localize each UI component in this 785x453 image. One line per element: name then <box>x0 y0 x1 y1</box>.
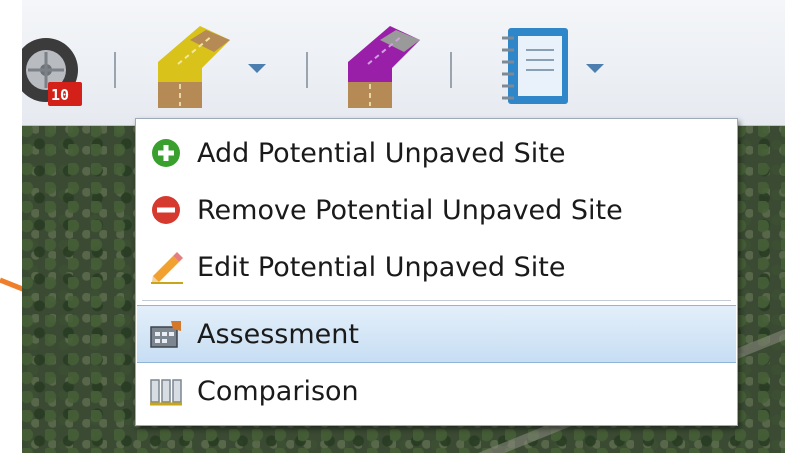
toolbar-separator <box>306 52 308 88</box>
yellow-tool-dropdown-arrow[interactable] <box>248 64 266 73</box>
notebook-dropdown-arrow[interactable] <box>586 64 604 73</box>
menu-item-label: Comparison <box>197 375 359 407</box>
menu-item-label: Add Potential Unpaved Site <box>197 137 566 169</box>
toolbar-separator <box>450 52 452 88</box>
toolbar: 10 <box>22 0 785 126</box>
road-segment-icon <box>158 26 230 108</box>
notebook-button[interactable] <box>496 24 576 108</box>
menu-item-edit-potential-unpaved-site[interactable]: Edit Potential Unpaved Site <box>137 239 736 295</box>
remove-icon <box>147 191 185 229</box>
menu-item-add-potential-unpaved-site[interactable]: Add Potential Unpaved Site <box>137 125 736 181</box>
purple-road-segment-button[interactable] <box>340 22 430 112</box>
tire-speed-button[interactable]: 10 <box>22 30 92 110</box>
notebook-icon <box>502 28 568 104</box>
menu-item-comparison[interactable]: Comparison <box>137 363 736 419</box>
tire-badge: 10 <box>51 86 70 104</box>
assessment-icon <box>147 315 185 353</box>
add-icon <box>147 134 185 172</box>
menu-separator <box>142 300 731 302</box>
comparison-icon <box>147 372 185 410</box>
menu-item-remove-potential-unpaved-site[interactable]: Remove Potential Unpaved Site <box>137 182 736 238</box>
menu-item-label: Assessment <box>197 318 359 350</box>
menu-item-label: Remove Potential Unpaved Site <box>197 194 623 226</box>
menu-item-assessment[interactable]: Assessment <box>137 305 736 363</box>
yellow-road-segment-button[interactable] <box>150 22 250 112</box>
toolbar-separator <box>114 52 116 88</box>
pencil-icon <box>147 248 185 286</box>
road-segment-icon <box>348 26 420 108</box>
notebook-dropdown-menu: Add Potential Unpaved Site Remove Potent… <box>135 118 738 426</box>
menu-item-label: Edit Potential Unpaved Site <box>197 251 566 283</box>
